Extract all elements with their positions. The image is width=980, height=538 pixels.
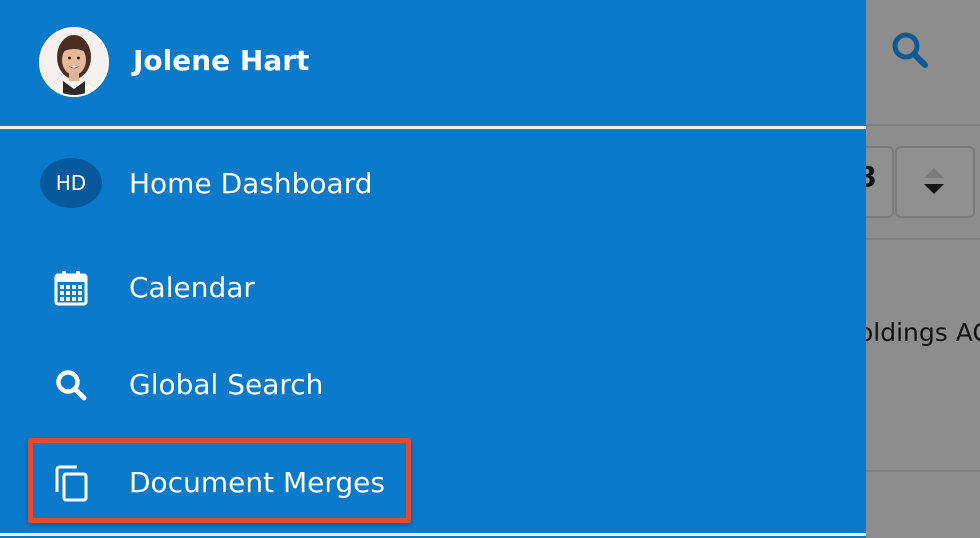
- search-icon: [40, 360, 102, 410]
- user-profile-header[interactable]: Jolene Hart: [0, 0, 866, 126]
- divider: [866, 470, 980, 472]
- calendar-icon: [40, 263, 102, 313]
- menu-item-document-merges[interactable]: Document Merges: [0, 433, 866, 529]
- sort-icon: [924, 168, 944, 194]
- home-dashboard-badge-icon: HD: [40, 158, 102, 208]
- menu-item-calendar[interactable]: Calendar: [0, 237, 866, 333]
- divider: [866, 238, 980, 240]
- list-item-text: oldings AG: [858, 318, 980, 347]
- menu-item-home-dashboard[interactable]: HD Home Dashboard: [0, 133, 866, 229]
- hd-badge: HD: [40, 158, 102, 208]
- search-icon[interactable]: [890, 30, 930, 70]
- copy-documents-icon: [40, 458, 102, 508]
- divider: [0, 533, 866, 536]
- divider: [0, 126, 866, 129]
- menu-item-label: Document Merges: [129, 466, 385, 499]
- menu-item-label: Global Search: [129, 368, 324, 401]
- navigation-drawer: Jolene Hart HD Home Dashboard Calendar G…: [0, 0, 866, 538]
- divider: [866, 124, 980, 126]
- menu-item-global-search[interactable]: Global Search: [0, 335, 866, 431]
- user-name: Jolene Hart: [133, 44, 310, 77]
- menu-item-label: Home Dashboard: [129, 167, 373, 200]
- menu-item-label: Calendar: [129, 271, 255, 304]
- user-avatar-photo-icon: [41, 29, 107, 95]
- avatar[interactable]: [39, 27, 109, 97]
